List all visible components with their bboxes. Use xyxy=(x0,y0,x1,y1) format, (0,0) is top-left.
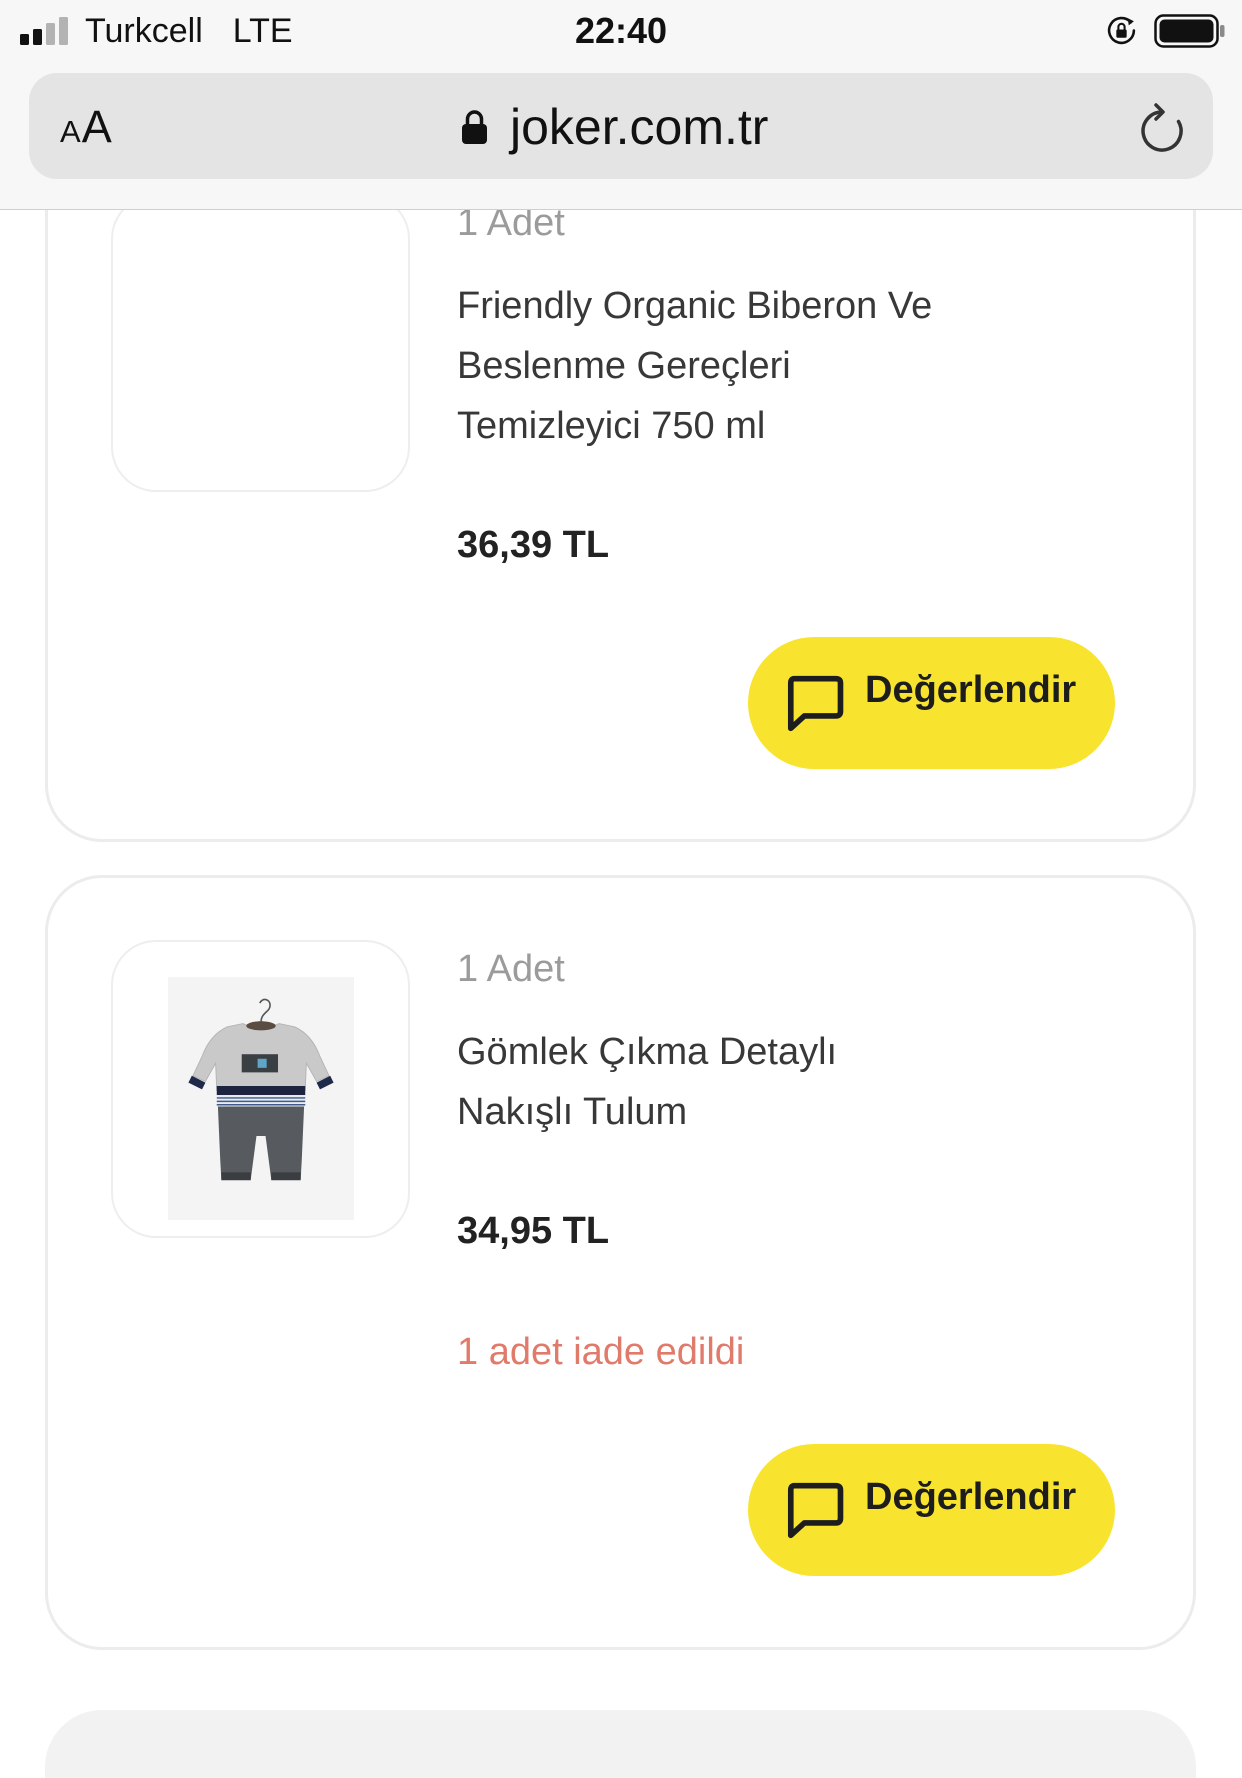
item-price: 36,39 TL xyxy=(457,524,610,566)
battery-icon xyxy=(1154,14,1226,48)
browser-header: Turkcell LTE 22:40 A A joker.com.tr xyxy=(0,0,1242,210)
order-item-info: 1 Adet Friendly Organic Biberon Ve Besle… xyxy=(457,201,1115,769)
text-size-large-label: A xyxy=(81,101,112,152)
romper-photo xyxy=(168,977,354,1220)
return-status: 1 adet iade edildi xyxy=(457,1331,745,1373)
status-time: 22:40 xyxy=(574,10,668,51)
product-name[interactable]: Friendly Organic Biberon Ve Beslenme Ger… xyxy=(457,276,947,456)
text-size-small-label: A xyxy=(60,114,81,149)
lock-icon xyxy=(461,108,488,145)
reload-icon[interactable] xyxy=(1137,100,1187,152)
rate-button-label: Değerlendir xyxy=(865,669,1077,711)
rate-button-label: Değerlendir xyxy=(865,1476,1077,1518)
item-quantity: 1 Adet xyxy=(457,948,565,990)
rate-button[interactable]: Değerlendir xyxy=(748,637,1115,769)
product-name[interactable]: Gömlek Çıkma Detaylı Nakışlı Tulum xyxy=(457,1022,947,1142)
order-item-card: 1 Adet Gömlek Çıkma Detaylı Nakışlı Tulu… xyxy=(45,875,1196,1650)
item-price: 34,95 TL xyxy=(457,1210,610,1252)
url-text[interactable]: joker.com.tr xyxy=(510,98,768,156)
text-size-button[interactable]: A A xyxy=(60,97,112,157)
next-section-card xyxy=(45,1710,1196,1778)
address-bar[interactable]: A A joker.com.tr xyxy=(29,73,1213,179)
rate-button[interactable]: Değerlendir xyxy=(748,1444,1115,1576)
chat-bubble-icon xyxy=(784,674,845,733)
product-image[interactable] xyxy=(111,194,410,492)
order-item-info: 1 Adet Gömlek Çıkma Detaylı Nakışlı Tulu… xyxy=(457,947,1115,1576)
product-image[interactable] xyxy=(111,940,410,1238)
chat-bubble-icon xyxy=(784,1481,845,1540)
order-item-card: 1 Adet Friendly Organic Biberon Ve Besle… xyxy=(45,129,1196,842)
orientation-lock-icon xyxy=(1106,15,1137,46)
